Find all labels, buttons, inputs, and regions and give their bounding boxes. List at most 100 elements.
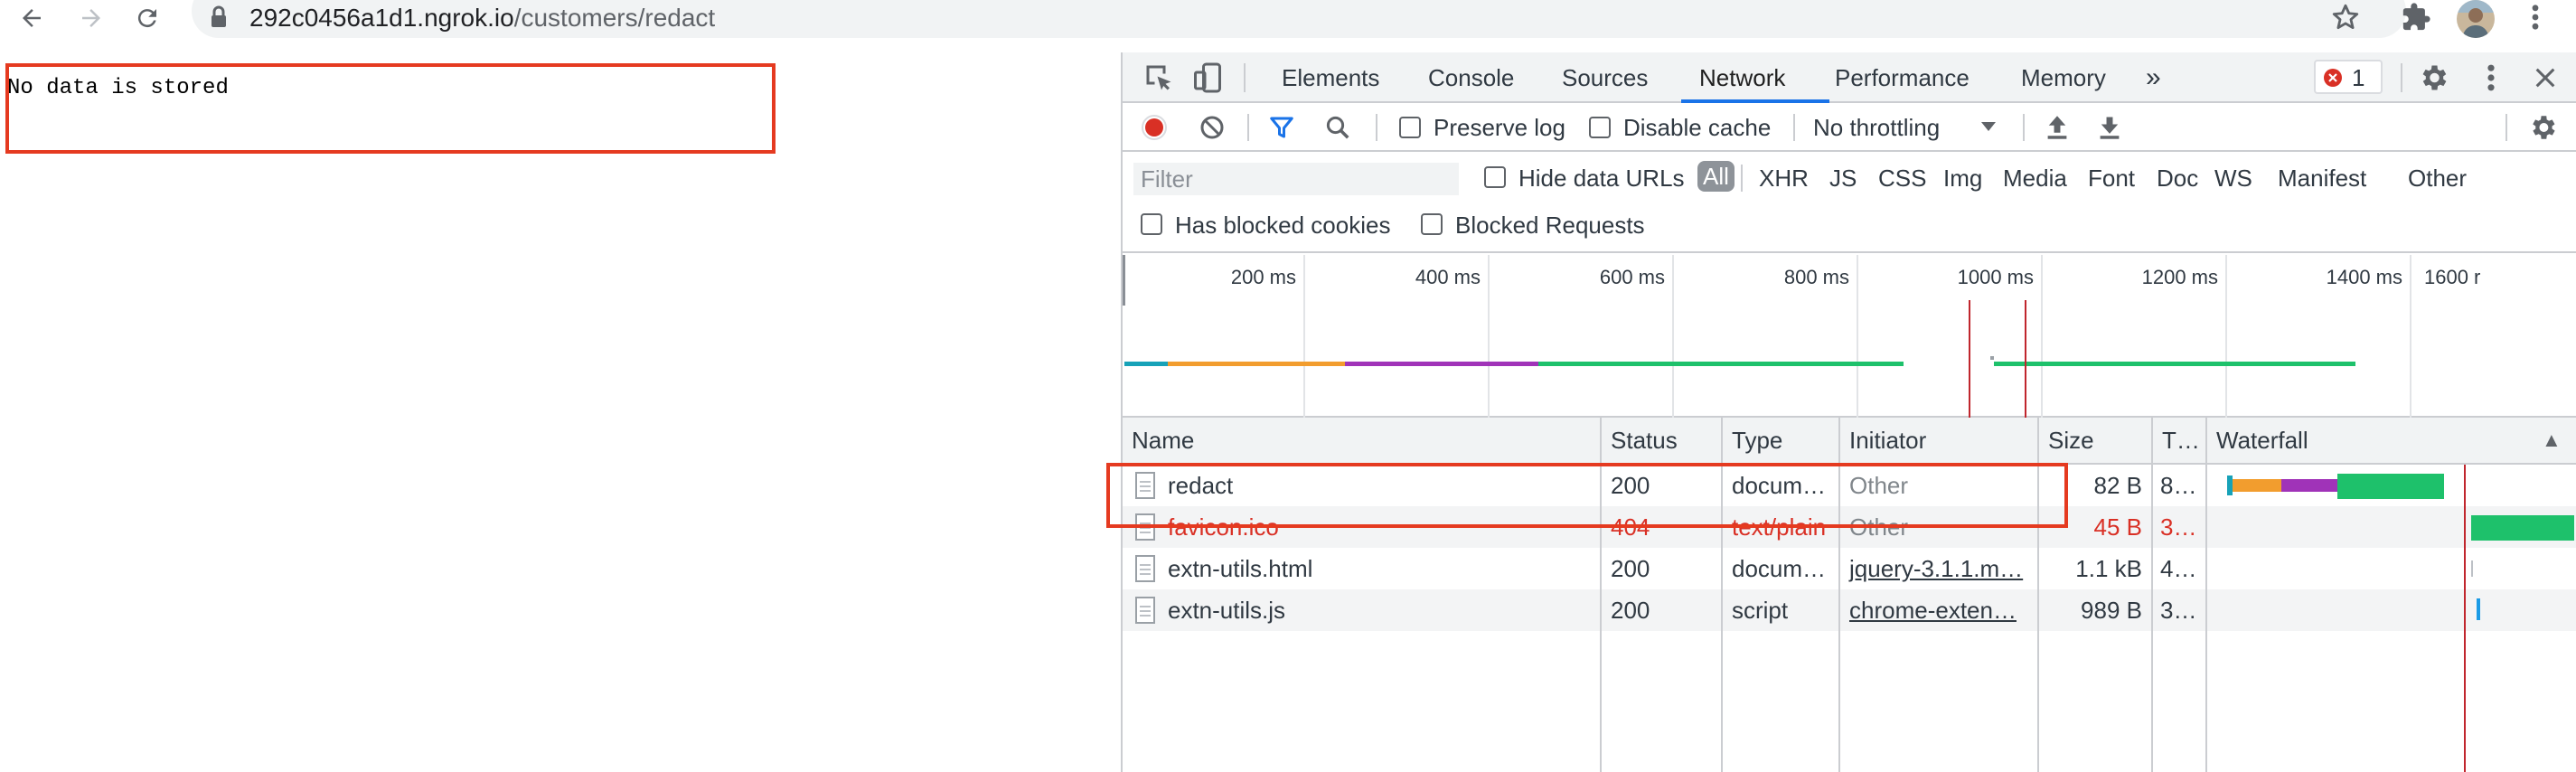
toolbar-separator xyxy=(2505,114,2507,141)
filter-type-doc[interactable]: Doc xyxy=(2157,165,2198,192)
column-header-name[interactable]: Name xyxy=(1123,418,1600,463)
annotation-highlight-box xyxy=(5,63,776,154)
filter-type-font[interactable]: Font xyxy=(2088,165,2135,192)
url-host: 292c0456a1d1.ngrok.io xyxy=(249,4,514,32)
toolbar-separator xyxy=(1244,63,1246,92)
waterfall-ssl-bar xyxy=(2281,479,2337,492)
blocked-requests-checkbox[interactable] xyxy=(1421,213,1443,235)
filter-type-media[interactable]: Media xyxy=(2003,165,2067,192)
error-counter-button[interactable]: 1 xyxy=(2314,60,2383,94)
tab-performance[interactable]: Performance xyxy=(1835,52,1970,101)
script-file-icon xyxy=(1135,597,1155,624)
overview-queue-bar xyxy=(1124,362,1168,366)
star-icon[interactable] xyxy=(2330,2,2361,33)
tick-gridline xyxy=(2225,255,2227,418)
record-icon[interactable] xyxy=(1141,114,1168,141)
settings-gear-icon[interactable] xyxy=(2417,61,2449,94)
tick-label: 1600 r xyxy=(2424,266,2481,288)
column-header-size[interactable]: Size xyxy=(2039,418,2151,463)
waterfall-load-line xyxy=(2464,465,2466,772)
document-file-icon xyxy=(1135,555,1155,582)
column-header-time[interactable]: T… xyxy=(2153,418,2205,463)
tick-label: 600 ms xyxy=(1599,266,1665,288)
column-header-status[interactable]: Status xyxy=(1602,418,1721,463)
request-initiator-link[interactable]: jquery-3.1.1.m… xyxy=(1840,548,2037,589)
disable-cache-checkbox[interactable] xyxy=(1589,117,1611,138)
throttling-select[interactable]: No throttling xyxy=(1813,114,1940,141)
table-row[interactable]: extn-utils.js 200 script chrome-exten… 9… xyxy=(1123,589,2576,631)
filter-type-js[interactable]: JS xyxy=(1829,165,1857,192)
tab-network[interactable]: Network xyxy=(1699,52,1785,101)
column-divider[interactable] xyxy=(2205,418,2207,772)
toolbar-separator xyxy=(2401,63,2402,92)
request-status: 200 xyxy=(1611,597,1650,624)
filter-type-manifest[interactable]: Manifest xyxy=(2278,165,2366,192)
filter-type-other[interactable]: Other xyxy=(2408,165,2467,192)
request-time: 8… xyxy=(2160,472,2197,499)
filter-type-img[interactable]: Img xyxy=(1943,165,1982,192)
filter-type-ws[interactable]: WS xyxy=(2214,165,2252,192)
filter-type-xhr[interactable]: XHR xyxy=(1759,165,1809,192)
disable-cache-label: Disable cache xyxy=(1623,114,1772,141)
more-tabs-button[interactable]: » xyxy=(2146,52,2161,101)
overview-ssl-bar xyxy=(1345,362,1538,366)
overview-left-handle[interactable] xyxy=(1123,255,1125,306)
hide-data-urls-checkbox[interactable] xyxy=(1484,166,1506,188)
overview-small-marker xyxy=(1990,356,1994,360)
column-divider[interactable] xyxy=(2151,418,2153,772)
extensions-puzzle-icon[interactable] xyxy=(2401,2,2431,33)
tick-label: 400 ms xyxy=(1415,266,1481,288)
search-icon[interactable] xyxy=(1323,114,1352,141)
filter-type-all[interactable]: All xyxy=(1697,161,1735,192)
request-name: extn-utils.html xyxy=(1168,555,1313,582)
filter-funnel-icon[interactable] xyxy=(1267,114,1296,141)
tick-label: 1200 ms xyxy=(2141,266,2218,288)
request-initiator-link[interactable]: chrome-exten… xyxy=(1840,589,2037,631)
column-header-waterfall[interactable]: Waterfall xyxy=(2207,418,2515,463)
back-arrow-icon[interactable] xyxy=(11,0,52,36)
tab-elements[interactable]: Elements xyxy=(1282,52,1379,101)
forward-arrow-icon[interactable] xyxy=(71,0,112,36)
devtools-tab-bar: Elements Console Sources Network Perform… xyxy=(1123,52,2576,103)
tab-console[interactable]: Console xyxy=(1428,52,1514,101)
clear-icon[interactable] xyxy=(1199,114,1226,141)
annotation-highlight-box xyxy=(1106,463,2068,528)
export-har-icon[interactable] xyxy=(2097,114,2122,141)
has-blocked-cookies-checkbox[interactable] xyxy=(1141,213,1162,235)
network-settings-gear-icon[interactable] xyxy=(2527,112,2558,143)
url-text[interactable]: 292c0456a1d1.ngrok.io/customers/redact xyxy=(249,2,715,34)
overview-waiting-bar xyxy=(1168,362,1345,366)
kebab-menu-icon[interactable] xyxy=(2522,2,2549,33)
import-har-icon[interactable] xyxy=(2045,114,2070,141)
tick-gridline xyxy=(2041,255,2043,418)
page-viewport: No data is stored xyxy=(0,52,1121,772)
profile-avatar[interactable] xyxy=(2457,0,2495,38)
waterfall-waiting-bar xyxy=(2233,479,2281,492)
close-icon[interactable] xyxy=(2533,65,2558,90)
column-header-initiator[interactable]: Initiator xyxy=(1840,418,2037,463)
lock-icon[interactable] xyxy=(210,5,228,29)
load-event-line xyxy=(2025,300,2026,418)
has-blocked-cookies-label: Has blocked cookies xyxy=(1175,212,1391,239)
tick-gridline xyxy=(2410,255,2411,418)
toolbar-separator xyxy=(1376,114,1377,141)
column-header-type[interactable]: Type xyxy=(1723,418,1838,463)
request-size: 1.1 kB xyxy=(2075,555,2142,582)
filter-input[interactable] xyxy=(1133,163,1459,195)
devtools-kebab-icon[interactable] xyxy=(2482,61,2500,94)
device-toolbar-icon[interactable] xyxy=(1191,61,1224,94)
chevron-down-icon[interactable] xyxy=(1979,119,1998,134)
tab-sources[interactable]: Sources xyxy=(1562,52,1648,101)
inspect-element-icon[interactable] xyxy=(1142,61,1175,94)
table-header: Name Status Type Initiator Size T… Water… xyxy=(1123,418,2576,465)
tab-memory[interactable]: Memory xyxy=(2021,52,2106,101)
sort-ascending-icon[interactable]: ▲ xyxy=(2533,418,2569,463)
filter-type-css[interactable]: CSS xyxy=(1878,165,1926,192)
preserve-log-checkbox[interactable] xyxy=(1399,117,1421,138)
toolbar-separator xyxy=(1247,114,1249,141)
timeline-overview[interactable]: 200 ms 400 ms 600 ms 800 ms 1000 ms 1200… xyxy=(1123,255,2576,418)
tick-gridline xyxy=(1303,255,1305,418)
reload-icon[interactable] xyxy=(127,0,168,36)
table-row[interactable]: extn-utils.html 200 docum… jquery-3.1.1.… xyxy=(1123,548,2576,589)
tick-gridline xyxy=(1672,255,1674,418)
